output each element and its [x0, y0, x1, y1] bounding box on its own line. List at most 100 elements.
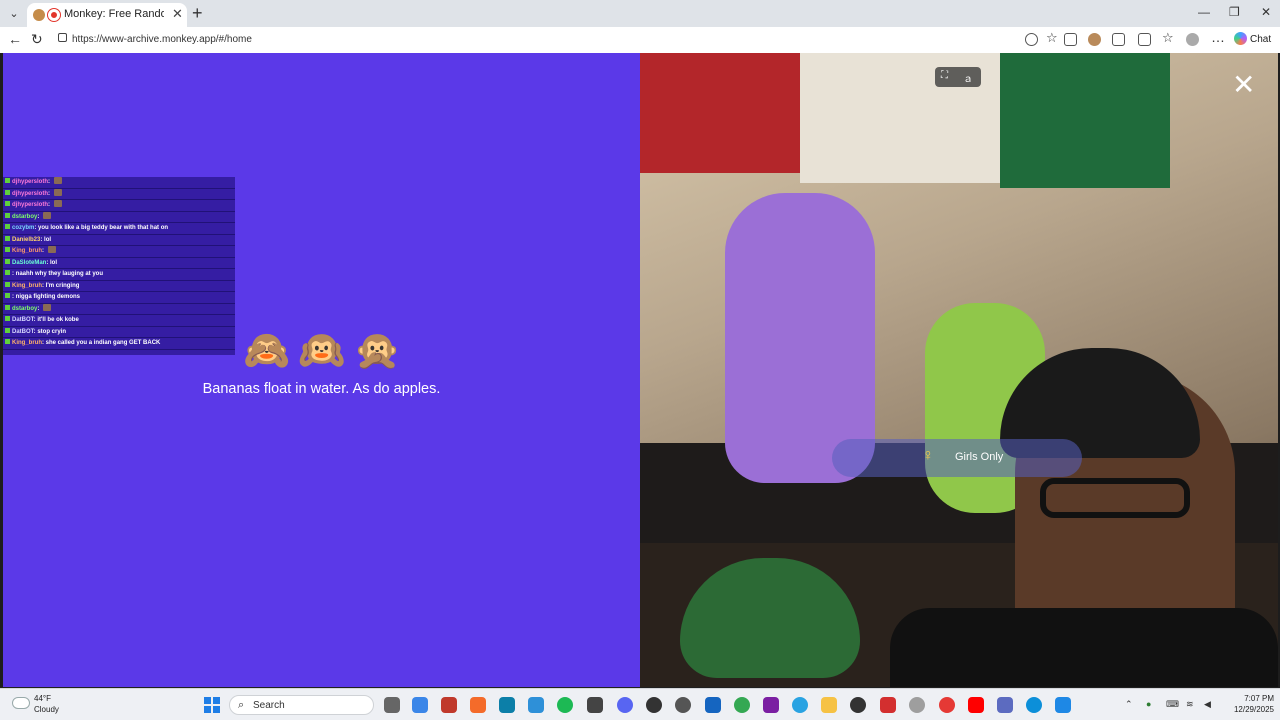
chat-message: djhypersloth:	[3, 177, 235, 189]
chat-badge-icon	[5, 270, 10, 275]
microphone-icon[interactable]: ●	[1146, 699, 1151, 709]
file-explorer-icon[interactable]	[821, 697, 837, 713]
weather-condition[interactable]: Cloudy	[34, 705, 59, 714]
chat-emote-icon	[47, 246, 56, 253]
chat-emote-icon	[53, 188, 62, 196]
task-view-icon[interactable]	[384, 697, 400, 713]
teams-icon[interactable]	[997, 697, 1013, 713]
keyboard-icon[interactable]: ⌨	[1166, 699, 1179, 710]
chat-username: DatBOT	[12, 317, 34, 323]
split-screen-icon[interactable]	[1138, 33, 1151, 46]
back-icon[interactable]: ←	[8, 31, 22, 47]
chat-text: lol	[50, 259, 58, 266]
spotify-icon[interactable]	[557, 697, 573, 713]
window-close-icon[interactable]: ✕	[1261, 5, 1271, 19]
clock-time: 7:07 PM	[1244, 694, 1274, 703]
chat-message: djhypersloth:	[3, 188, 235, 200]
chat-username: cozybm	[12, 225, 35, 231]
video-controls: ⛶ ａ	[935, 67, 981, 87]
weather-temp[interactable]: 44°F	[34, 694, 51, 703]
tab-close-icon[interactable]: ✕	[172, 6, 183, 22]
photos-app-icon[interactable]	[528, 697, 544, 713]
media-player-icon[interactable]	[850, 697, 866, 713]
taskbar-search[interactable]: ⌕ Search	[229, 695, 374, 715]
chat-badge-icon	[5, 178, 10, 183]
chat-message: DaSloteMan: lol	[3, 258, 235, 269]
chat-badge-icon	[5, 189, 10, 195]
extensions-puzzle-icon[interactable]	[1112, 33, 1125, 46]
refresh-icon[interactable]: ↻	[31, 31, 43, 48]
brave-browser-icon[interactable]	[470, 697, 486, 713]
copilot-icon	[1234, 32, 1247, 45]
news-app-icon[interactable]	[441, 697, 457, 713]
restore-icon[interactable]: ❐	[1229, 5, 1240, 19]
chat-badge-icon	[5, 281, 10, 287]
chat-emote-icon	[53, 200, 62, 207]
favorite-star-icon[interactable]: ☆	[1046, 30, 1058, 46]
fullscreen-icon[interactable]: ⛶	[941, 70, 948, 81]
wifi-icon[interactable]: ≋	[1186, 699, 1194, 710]
chrome-icon[interactable]	[734, 697, 750, 713]
volume-icon[interactable]: ◀	[1204, 699, 1211, 710]
minimize-icon[interactable]: —	[1198, 5, 1210, 19]
monkey-favicon-icon	[33, 9, 45, 21]
tab-actions-chevron-icon[interactable]: ⌄	[4, 4, 24, 24]
app-icon[interactable]	[880, 697, 896, 713]
chat-username: King_bruh	[12, 340, 42, 346]
address-bar[interactable]: https://www-archive.monkey.app/#/home	[52, 29, 1032, 51]
extension-monkey-icon[interactable]	[1088, 33, 1101, 46]
notepad-icon[interactable]	[1055, 697, 1071, 713]
copilot-chat-button[interactable]: Chat	[1234, 32, 1271, 45]
chat-username: djhypersloth	[12, 190, 49, 197]
close-video-button[interactable]: ✕	[1232, 71, 1255, 99]
chat-text: you look like a big teddy bear with that…	[38, 225, 169, 231]
profile-avatar[interactable]	[1186, 33, 1199, 46]
flag-stripe	[640, 53, 800, 173]
app-icon[interactable]	[909, 697, 925, 713]
chat-badge-icon	[5, 212, 10, 218]
youtube-icon[interactable]	[968, 697, 984, 713]
chat-badge-icon	[5, 316, 10, 321]
cloud-weather-icon[interactable]	[12, 697, 30, 709]
taskbar: 44°F Cloudy ⌕ Search ⌃ ● ⌨ ≋ ◀ 7:07 PM 1…	[0, 688, 1280, 720]
video-icon[interactable]	[1064, 33, 1077, 46]
person-glasses	[1040, 478, 1190, 518]
chat-message: dstarboy:	[3, 303, 235, 315]
chat-username: King_bruh	[12, 282, 42, 289]
read-aloud-icon[interactable]	[1025, 33, 1038, 46]
favorites-icon[interactable]: ☆	[1162, 30, 1174, 46]
c-app-icon[interactable]	[499, 697, 515, 713]
discord-icon[interactable]	[617, 697, 633, 713]
chat-username: DaSloteMan	[12, 259, 47, 266]
chat-badge-icon	[5, 293, 10, 298]
browser-tab[interactable]: Monkey: Free Random Video ✕	[27, 3, 187, 27]
chat-text: she called you a indian gang GET BACK	[45, 340, 161, 346]
new-tab-button[interactable]: +	[192, 3, 203, 23]
clock[interactable]: 7:07 PM 12/29/2025	[1222, 693, 1274, 715]
more-menu-icon[interactable]: …	[1211, 29, 1225, 45]
chat-message: cozybm: you look like a big teddy bear w…	[3, 223, 235, 235]
chat-username: dstarboy	[12, 305, 38, 312]
chat-badge-icon	[5, 235, 10, 241]
copilot-app-icon[interactable]	[412, 697, 428, 713]
girls-only-button[interactable]: ♀ Girls Only	[832, 439, 1082, 477]
show-hidden-icons-icon[interactable]: ⌃	[1125, 699, 1133, 710]
opera-icon[interactable]	[939, 697, 955, 713]
url-text[interactable]: https://www-archive.monkey.app/#/home	[72, 34, 252, 45]
telegram-icon[interactable]	[792, 697, 808, 713]
windows-start-icon[interactable]	[204, 697, 220, 713]
person-icon: ♀	[922, 447, 934, 464]
chat-label: Chat	[1250, 34, 1272, 45]
site-info-icon[interactable]	[58, 33, 67, 42]
app-icon[interactable]	[705, 697, 721, 713]
translate-icon[interactable]: ａ	[963, 70, 973, 85]
edge-icon[interactable]	[1026, 697, 1042, 713]
girls-only-label: Girls Only	[955, 451, 1004, 463]
chat-username: King_bruh	[12, 248, 42, 254]
video-feed[interactable]: ⛶ ａ ✕ ♀ Girls Only	[640, 53, 1278, 687]
app-icon[interactable]	[763, 697, 779, 713]
app-icon[interactable]	[675, 697, 691, 713]
app-icon[interactable]	[587, 697, 603, 713]
obs-icon[interactable]	[646, 697, 662, 713]
chat-message: djhypersloth:	[3, 200, 235, 212]
